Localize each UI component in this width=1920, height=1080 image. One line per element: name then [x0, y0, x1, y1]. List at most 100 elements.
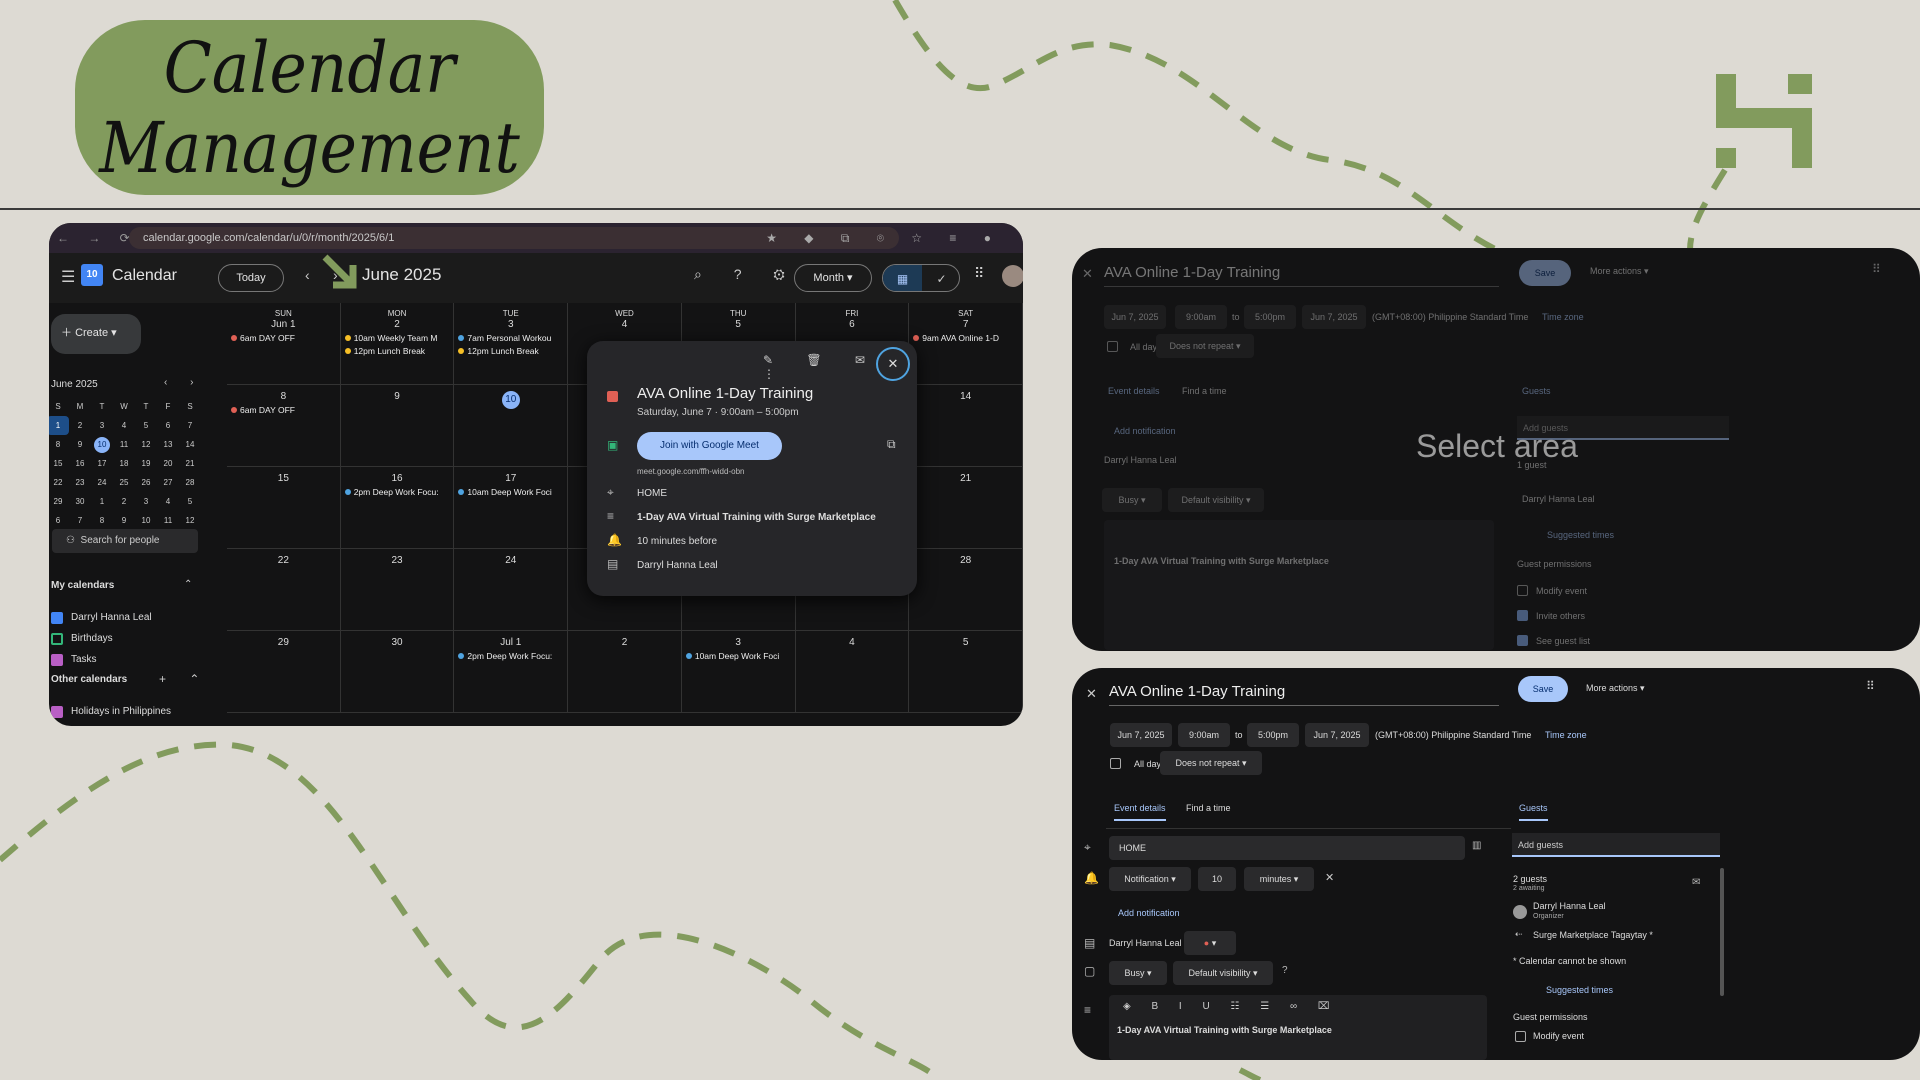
meet-link[interactable]: meet.google.com/ffh-widd-obn	[637, 467, 744, 476]
mini-day[interactable]: 7	[179, 416, 201, 435]
add-collapse-icons[interactable]: + ⌃	[159, 672, 209, 686]
day-number[interactable]: 14	[909, 391, 1022, 402]
mini-day[interactable]: 2	[69, 416, 91, 435]
mini-day[interactable]: 10	[91, 435, 113, 454]
day-cell[interactable]: Jul 1 2pm Deep Work Focu:	[454, 631, 569, 713]
day-number[interactable]: 5	[682, 319, 795, 330]
notification-value-input[interactable]: 10	[1198, 867, 1236, 891]
day-number[interactable]: 23	[341, 555, 454, 566]
timezone-link[interactable]: Time zone	[1545, 730, 1587, 740]
mini-nav-icons[interactable]: ‹ ›	[164, 377, 203, 388]
mini-day[interactable]: 8	[91, 511, 113, 530]
more-actions-button[interactable]: More actions ▾	[1590, 266, 1649, 277]
search-people-input[interactable]: ⚇ Search for people	[52, 529, 198, 553]
day-number[interactable]: 4	[568, 319, 681, 330]
mini-day[interactable]: 14	[179, 435, 201, 454]
add-notification-link[interactable]: Add notification	[1114, 426, 1176, 436]
mini-day[interactable]: 11	[113, 435, 135, 454]
guest-scrollbar[interactable]	[1720, 868, 1724, 996]
calendar-checkbox[interactable]	[51, 632, 63, 645]
visibility-select[interactable]: Default visibility ▾	[1173, 961, 1273, 985]
end-date-field[interactable]: Jun 7, 2025	[1302, 305, 1366, 329]
prev-month-icon[interactable]: ‹	[305, 267, 310, 283]
day-number[interactable]: 2	[568, 637, 681, 648]
mini-day[interactable]: 1	[49, 416, 69, 435]
mini-day[interactable]: 17	[91, 454, 113, 473]
add-notification-link[interactable]: Add notification	[1118, 908, 1180, 918]
avatar[interactable]	[1002, 265, 1023, 287]
mini-day[interactable]: 29	[49, 492, 69, 511]
mini-day[interactable]: 2	[113, 492, 135, 511]
calendar-checkbox[interactable]	[51, 705, 63, 718]
tab-find-a-time[interactable]: Find a time	[1182, 386, 1227, 396]
calendar-list-item[interactable]: Tasks	[51, 649, 152, 670]
start-date-field[interactable]: Jun 7, 2025	[1104, 305, 1166, 329]
event-chip[interactable]: 9am AVA Online 1-D	[909, 333, 1022, 343]
day-number[interactable]: 6	[796, 319, 909, 330]
event-chip[interactable]: 7am Personal Workou	[454, 333, 567, 343]
mini-day[interactable]: 18	[113, 454, 135, 473]
day-number[interactable]: 29	[227, 637, 340, 648]
day-number[interactable]: 16	[341, 473, 454, 484]
day-number[interactable]: 28	[909, 555, 1022, 566]
start-time-field[interactable]: 9:00am	[1178, 723, 1230, 747]
mini-day[interactable]: 21	[179, 454, 201, 473]
suggested-times-link[interactable]: Suggested times	[1546, 985, 1613, 995]
mini-day[interactable]: 15	[49, 454, 69, 473]
save-button[interactable]: Save	[1518, 676, 1568, 702]
event-chip[interactable]: 6am DAY OFF	[227, 405, 340, 415]
all-day-checkbox[interactable]	[1110, 758, 1121, 769]
day-cell[interactable]: MON 2 10am Weekly Team M 12pm Lunch Break	[340, 303, 455, 385]
help-icon[interactable]: ?	[1282, 965, 1288, 976]
permission-row[interactable]: Invite others	[1517, 603, 1590, 628]
browser-nav-icons[interactable]: ← → ⟳	[57, 223, 138, 253]
search-help-settings-icons[interactable]: ⌕ ? ⚙	[694, 266, 799, 283]
day-cell[interactable]: 5	[909, 631, 1023, 713]
mini-day[interactable]: 13	[157, 435, 179, 454]
permission-checkbox[interactable]	[1517, 610, 1528, 621]
mini-calendar[interactable]: S M T W T F S 1 2 3 4 5 6 7 8 9 10 11 12 13 14 15 16 17 18 19 20 21…	[49, 397, 201, 530]
mini-day[interactable]: 5	[135, 416, 157, 435]
start-date-field[interactable]: Jun 7, 2025	[1110, 723, 1172, 747]
tasks-view-icon[interactable]: ✓	[922, 265, 959, 291]
remove-notification-icon[interactable]: ✕	[1325, 871, 1334, 884]
calendar-list-item[interactable]: Holidays in Philippines	[51, 701, 171, 722]
save-button[interactable]: Save	[1519, 260, 1571, 286]
day-number[interactable]: 4	[796, 637, 909, 648]
mini-day[interactable]: 28	[179, 473, 201, 492]
day-cell[interactable]: SAT 7 9am AVA Online 1-D	[909, 303, 1023, 385]
event-chip[interactable]: 2pm Deep Work Focu:	[454, 651, 567, 661]
event-title-input[interactable]: AVA Online 1-Day Training	[1104, 264, 1499, 287]
view-toggle[interactable]: ▦ ✓	[882, 264, 960, 292]
mini-day[interactable]: 4	[157, 492, 179, 511]
day-number[interactable]: 17	[454, 473, 567, 484]
day-cell[interactable]: 8 6am DAY OFF	[227, 385, 341, 467]
busy-select[interactable]: Busy ▾	[1102, 488, 1162, 512]
event-chip[interactable]: 2pm Deep Work Focu:	[341, 487, 454, 497]
day-number[interactable]: 8	[227, 391, 340, 402]
mini-day[interactable]: 11	[157, 511, 179, 530]
day-number[interactable]: 15	[227, 473, 340, 484]
day-number[interactable]: 22	[227, 555, 340, 566]
calendar-list-item[interactable]: Darryl Hanna Leal	[51, 607, 152, 628]
close-icon[interactable]: ✕	[1082, 266, 1093, 282]
day-number[interactable]: 7	[909, 319, 1022, 330]
event-chip[interactable]: 12pm Lunch Break	[454, 346, 567, 356]
tab-find-a-time[interactable]: Find a time	[1186, 803, 1231, 813]
day-cell[interactable]: 16 2pm Deep Work Focu:	[340, 467, 455, 549]
visibility-select[interactable]: Default visibility ▾	[1168, 488, 1264, 512]
day-number[interactable]: 24	[454, 555, 567, 566]
day-cell[interactable]: 10	[454, 385, 569, 467]
end-date-field[interactable]: Jun 7, 2025	[1305, 723, 1369, 747]
busy-select[interactable]: Busy ▾	[1109, 961, 1167, 985]
day-cell[interactable]: 21	[909, 467, 1023, 549]
day-number[interactable]: Jun 1	[227, 319, 340, 330]
copy-icon[interactable]: ⧉	[887, 437, 896, 452]
map-icon[interactable]: ▥	[1472, 840, 1481, 851]
mini-day[interactable]: 8	[49, 435, 69, 454]
permission-row[interactable]: Modify event	[1517, 578, 1590, 603]
join-meet-button[interactable]: Join with Google Meet	[637, 432, 782, 460]
day-cell[interactable]: 24	[454, 549, 569, 631]
mini-day[interactable]: 6	[157, 416, 179, 435]
day-cell[interactable]: 4	[795, 631, 910, 713]
